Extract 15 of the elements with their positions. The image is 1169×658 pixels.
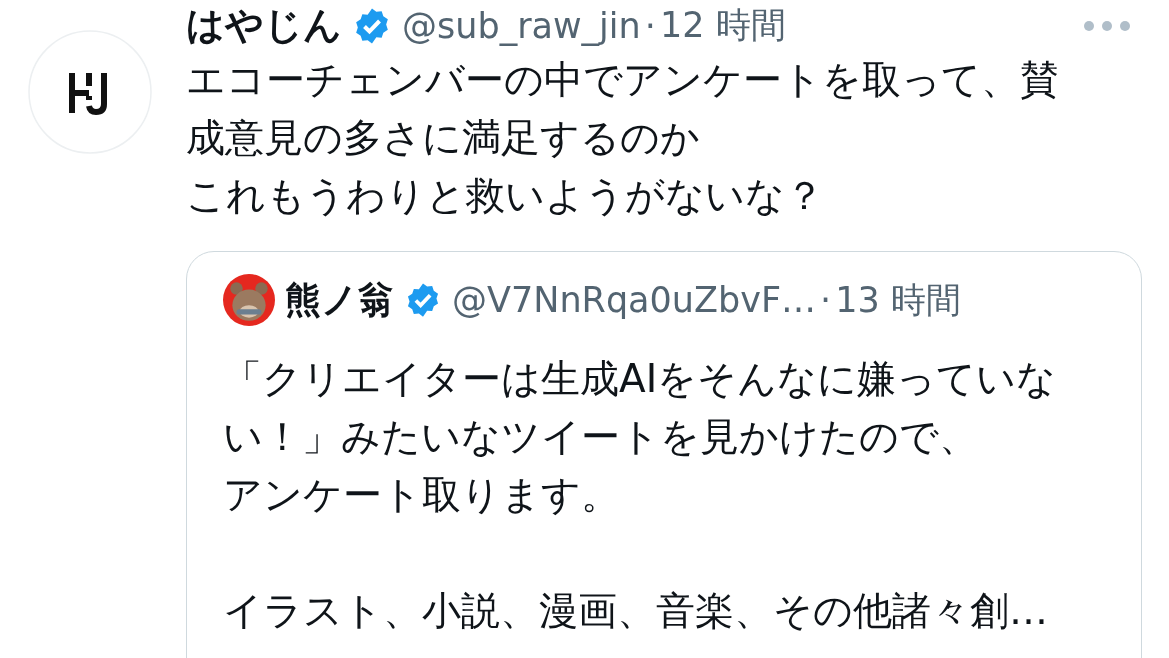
quoted-post-text: 「クリエイターは生成AIをそんなに嫌っていない！」みたいなツイートを見かけたので、 (223, 355, 1058, 461)
author-name[interactable]: はやじん (186, 0, 342, 51)
post-text: エコーチェンバーの中でアンケートを取って、賛成意見の多さに満足するのか (186, 56, 1060, 162)
post-time[interactable]: 13 時間 (835, 276, 961, 324)
quoted-post-card[interactable]: 熊ノ翁 @V7NnRqa0uZbvF…·13 時間 「クリエイターは生成AIをそんなに嫌っていない！」みたいなツイートを見かけたので、 アンケート取ります。 イラスト、小説、漫画、音楽、その他諸々創… (186, 251, 1142, 658)
post-text: これもうわりと救いようがないな？ (186, 172, 825, 220)
separator-dot: · (644, 5, 656, 46)
quoted-post-text: アンケート取ります。 (223, 471, 621, 519)
post-time[interactable]: 12 時間 (659, 2, 786, 49)
author-handle[interactable]: @V7NnRqa0uZbvF… (452, 280, 817, 320)
separator-dot: · (820, 280, 832, 320)
avatar-icon[interactable] (28, 30, 152, 154)
author-handle[interactable]: @sub_raw_jin (402, 5, 641, 46)
quoted-post-text: イラスト、小説、漫画、音楽、その他諸々創… (223, 587, 1049, 635)
author-name[interactable]: 熊ノ翁 (285, 275, 394, 325)
